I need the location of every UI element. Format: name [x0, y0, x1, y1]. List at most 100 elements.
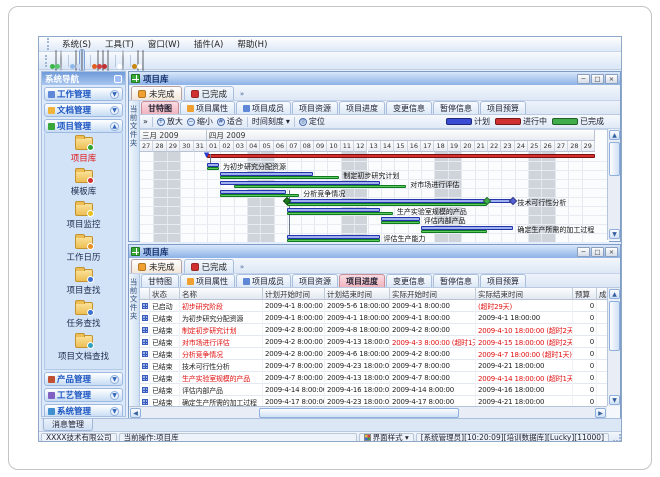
gantt-subtab-项目资源[interactable]: 项目资源 [292, 101, 338, 114]
scroll-up-arrow[interactable]: ▲ [609, 130, 620, 140]
table-row[interactable]: 已结束技术可行性分析2009-4-7 8:00:002009-4-23 18:0… [140, 360, 607, 372]
gantt-subtab-甘特图[interactable]: 甘特图 [141, 101, 179, 114]
sidebar-group-文档管理[interactable]: 文档管理▼ [44, 103, 123, 117]
gantt-vscrollbar[interactable]: ▲▼ [607, 129, 620, 240]
ui-style-switcher[interactable]: 界面样式 ▾ [359, 433, 414, 443]
gantt-subtab-项目进度[interactable]: 项目进度 [339, 101, 385, 114]
column-header-状态[interactable]: 状态 [150, 288, 180, 300]
sidebar-group-系统管理[interactable]: 系统管理▼ [44, 404, 123, 417]
zoom-in-button[interactable]: +放大 [157, 116, 183, 127]
save-icon[interactable] [80, 50, 84, 71]
progress-subtab-变更信息[interactable]: 变更信息 [386, 274, 432, 287]
day-header: 17 [421, 141, 434, 152]
gantt-subtab-项目成员[interactable]: 项目成员 [236, 101, 291, 114]
exit-icon[interactable] [142, 51, 144, 70]
close-button[interactable]: × [605, 74, 618, 84]
gantt-subtab-暂停信息[interactable]: 暂停信息 [433, 101, 479, 114]
table-row[interactable]: 已启动初步研究阶段2009-4-1 8:00:002009-5-6 18:00:… [140, 300, 607, 312]
scroll-up-arrow[interactable]: ▲ [609, 289, 620, 299]
gantt-side-strip[interactable]: 当前文件夹 [129, 101, 140, 241]
progress-tab-未完成[interactable]: 未完成 [131, 259, 182, 273]
column-header-实际结束时间[interactable]: 实际结束时间 [476, 288, 573, 300]
gantt-subtab-变更信息[interactable]: 变更信息 [386, 101, 432, 114]
minimize-button[interactable]: ─ [577, 247, 590, 257]
scroll-right-arrow[interactable]: ▶ [595, 408, 606, 418]
sidebar-group-工作管理[interactable]: 工作管理▼ [44, 87, 123, 101]
locate-button[interactable]: ◎定位 [299, 116, 325, 127]
menu-item-3[interactable]: 插件(A) [188, 37, 229, 51]
fit-button[interactable]: #适合 [217, 116, 243, 127]
menu-item-0[interactable]: 系统(S) [56, 37, 97, 51]
chevron-down-icon[interactable]: ▼ [110, 375, 119, 384]
menu-item-4[interactable]: 帮助(H) [231, 37, 273, 51]
gantt-subtab-项目预算[interactable]: 项目预算 [480, 101, 526, 114]
sidebar-group-产品管理[interactable]: 产品管理▼ [44, 372, 123, 386]
chevron-down-icon[interactable]: ▼ [110, 106, 119, 115]
sidebar-item-项目库[interactable]: 项目库 [45, 136, 122, 169]
progress-subtab-项目进度[interactable]: 项目进度 [339, 274, 385, 287]
table-hscrollbar[interactable]: ◀▶ [129, 406, 607, 418]
scroll-thumb[interactable] [609, 301, 620, 351]
progress-tab-已完成[interactable]: 已完成 [184, 259, 235, 273]
scroll-left-arrow[interactable]: ◀ [130, 408, 141, 418]
tab-message-manage[interactable]: 消息管理 [43, 419, 93, 431]
progress-subtab-甘特图[interactable]: 甘特图 [141, 274, 179, 287]
table-vscrollbar[interactable]: ▲▼ [607, 288, 620, 406]
close-button[interactable]: × [605, 247, 618, 257]
sidebar-item-项目监控[interactable]: 项目监控 [45, 202, 122, 235]
table-row[interactable]: 已结束为初步研究分配资源2009-4-1 8:00:002009-4-1 18:… [140, 312, 607, 324]
tab-overflow-button[interactable]: » [236, 261, 248, 273]
column-header-计划结束时间[interactable]: 计划结束时间 [325, 288, 390, 300]
column-header-预算[interactable]: 预算 [573, 288, 597, 300]
progress-subtab-项目属性[interactable]: 项目属性 [180, 274, 235, 287]
resize-grip[interactable] [613, 434, 621, 442]
table-row[interactable]: 已结束分析竞争情况2009-4-2 8:00:002009-4-6 18:00:… [140, 348, 607, 360]
chevron-up-icon[interactable]: ▲ [110, 122, 119, 131]
table-row[interactable]: 已结束生产实验室规模的产品2009-4-7 8:00:002009-4-13 1… [140, 372, 607, 384]
table-row[interactable]: 已结束确定生产所需的加工过程2009-4-17 8:00:002009-4-23… [140, 396, 607, 406]
progress-subtab-暂停信息[interactable]: 暂停信息 [433, 274, 479, 287]
sidebar-item-工作日历[interactable]: 工作日历 [45, 235, 122, 268]
zoom-out-button[interactable]: −缩小 [187, 116, 213, 127]
table-row[interactable]: 已结束对市场进行评估2009-4-2 8:00:002009-4-13 18:0… [140, 336, 607, 348]
table-row[interactable]: 已结束制定初步研究计划2009-4-2 8:00:002009-4-8 18:0… [140, 324, 607, 336]
sidebar-group-项目管理[interactable]: 项目管理▲ [44, 119, 123, 133]
progress-subtab-项目预算[interactable]: 项目预算 [480, 274, 526, 287]
scroll-thumb[interactable] [609, 142, 620, 176]
column-header-计划开始时间[interactable]: 计划开始时间 [263, 288, 325, 300]
column-header-实际开始时间[interactable]: 实际开始时间 [390, 288, 476, 300]
menu-item-1[interactable]: 工具(T) [99, 37, 140, 51]
gantt-tab-未完成[interactable]: 未完成 [131, 86, 182, 100]
sidebar-item-项目查找[interactable]: 项目查找 [45, 268, 122, 301]
scroll-down-arrow[interactable]: ▼ [609, 395, 620, 405]
progress-subtab-项目成员[interactable]: 项目成员 [236, 274, 291, 287]
scroll-down-arrow[interactable]: ▼ [609, 229, 620, 239]
sidebar-item-模板库[interactable]: 模板库 [45, 169, 122, 202]
column-header-成[interactable]: 成 [597, 288, 607, 300]
scroll-thumb[interactable] [259, 408, 459, 418]
report-delete-icon[interactable] [107, 51, 109, 70]
gantt-toolbar-overflow[interactable]: » [143, 117, 148, 126]
table-row[interactable]: 已结束评估内部产品2009-4-14 8:00:002009-4-16 18:0… [140, 384, 607, 396]
sidebar-item-项目文档查找[interactable]: 项目文档查找 [45, 334, 122, 367]
tab-overflow-button[interactable]: » [236, 88, 248, 100]
timescale-dropdown[interactable]: 时间刻度▾ [252, 116, 290, 127]
chevron-down-icon[interactable]: ▼ [110, 407, 119, 416]
globe-icon[interactable] [60, 51, 62, 70]
column-header-名称[interactable]: 名称 [180, 288, 263, 300]
progress-side-strip[interactable]: 当前文件夹 [129, 274, 140, 418]
gantt-tab-已完成[interactable]: 已完成 [184, 86, 235, 100]
progress-subtab-项目资源[interactable]: 项目资源 [292, 274, 338, 287]
help-icon[interactable] [122, 51, 124, 70]
menu-item-2[interactable]: 窗口(W) [142, 37, 186, 51]
chevron-down-icon[interactable]: ▼ [110, 391, 119, 400]
gantt-subtab-项目属性[interactable]: 项目属性 [180, 101, 235, 114]
maximize-button[interactable]: □ [591, 74, 604, 84]
column-header-icon[interactable] [140, 288, 150, 300]
maximize-button[interactable]: □ [591, 247, 604, 257]
pin-icon[interactable] [114, 75, 122, 83]
sidebar-group-工艺管理[interactable]: 工艺管理▼ [44, 388, 123, 402]
sidebar-item-任务查找[interactable]: 任务查找 [45, 301, 122, 334]
minimize-button[interactable]: ─ [577, 74, 590, 84]
chevron-down-icon[interactable]: ▼ [110, 90, 119, 99]
